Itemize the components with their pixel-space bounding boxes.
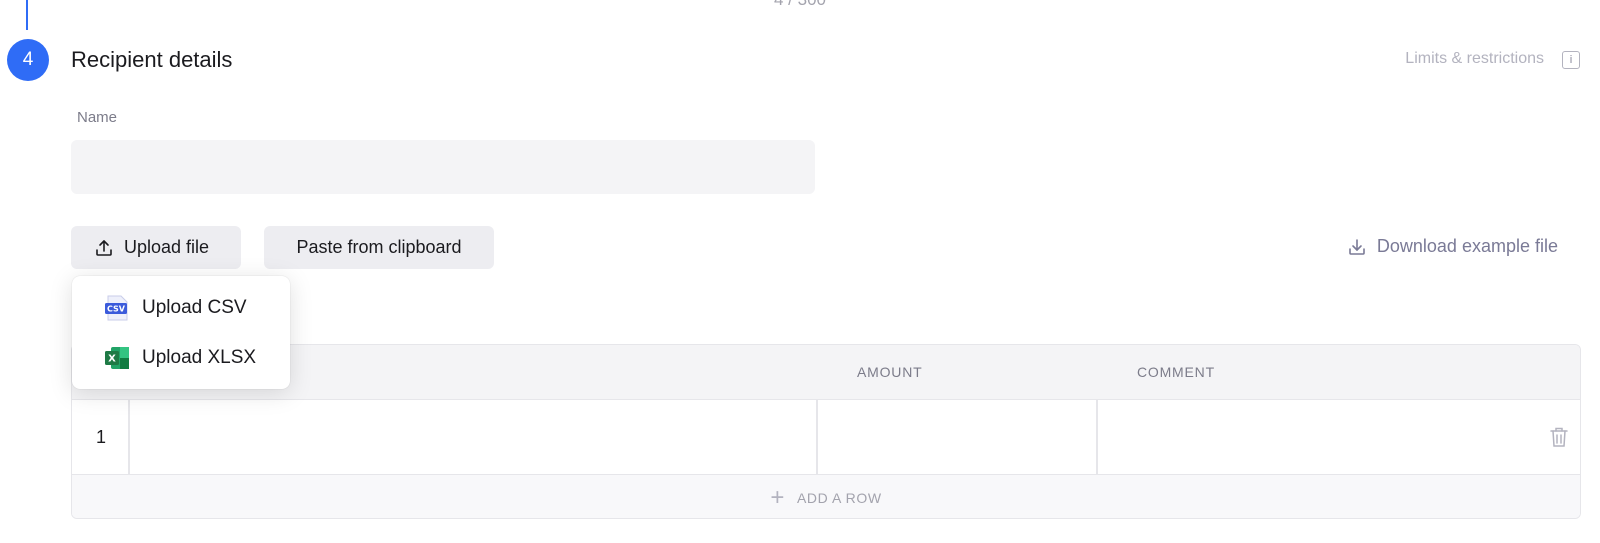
add-row-label: ADD A ROW [796,489,882,506]
menu-item-upload-xlsx[interactable]: X Upload XLSX [72,334,290,382]
name-input[interactable] [71,140,815,194]
column-header-amount: AMOUNT [857,364,923,380]
column-header-comment: COMMENT [1137,364,1215,380]
menu-item-upload-csv[interactable]: CSV Upload CSV [72,284,290,332]
menu-item-label: Upload CSV [142,297,247,318]
download-example-link[interactable]: Download example file [1347,236,1558,257]
upload-dropdown-menu: CSV Upload CSV X Upload XLSX [72,276,290,389]
svg-text:X: X [108,354,116,365]
plus-icon: + [770,483,785,511]
paste-clipboard-label: Paste from clipboard [296,237,462,257]
trash-icon[interactable] [1550,426,1568,448]
csv-file-icon: CSV [105,295,128,321]
download-icon [1349,238,1365,255]
comment-cell[interactable] [1098,400,1538,475]
recipient-cell[interactable] [130,400,816,475]
step-number-badge: 4 [7,39,49,81]
paste-clipboard-button[interactable]: Paste from clipboard [264,226,494,269]
table-header: AMOUNT COMMENT [72,345,1580,400]
row-number: 1 [96,427,107,447]
limits-link[interactable]: Limits & restrictions [1405,50,1544,68]
name-label: Name [77,109,118,126]
info-icon[interactable]: i [1562,51,1580,69]
recipients-table: AMOUNT COMMENT 1 + ADD A ROW [71,344,1581,519]
download-example-label: Download example file [1376,236,1558,256]
char-counter: 4 / 300 [760,0,840,10]
section-title: Recipient details [71,47,233,72]
add-row-button[interactable]: + ADD A ROW [72,475,1580,518]
svg-text:CSV: CSV [107,305,126,314]
menu-item-label: Upload XLSX [142,347,257,368]
upload-file-button[interactable]: Upload file [71,226,241,269]
upload-icon [96,239,112,256]
upload-file-label: Upload file [124,237,210,257]
amount-cell[interactable] [818,400,1096,475]
xlsx-file-icon: X [105,347,129,369]
timeline-line [26,0,28,30]
table-row: 1 [72,400,1580,475]
